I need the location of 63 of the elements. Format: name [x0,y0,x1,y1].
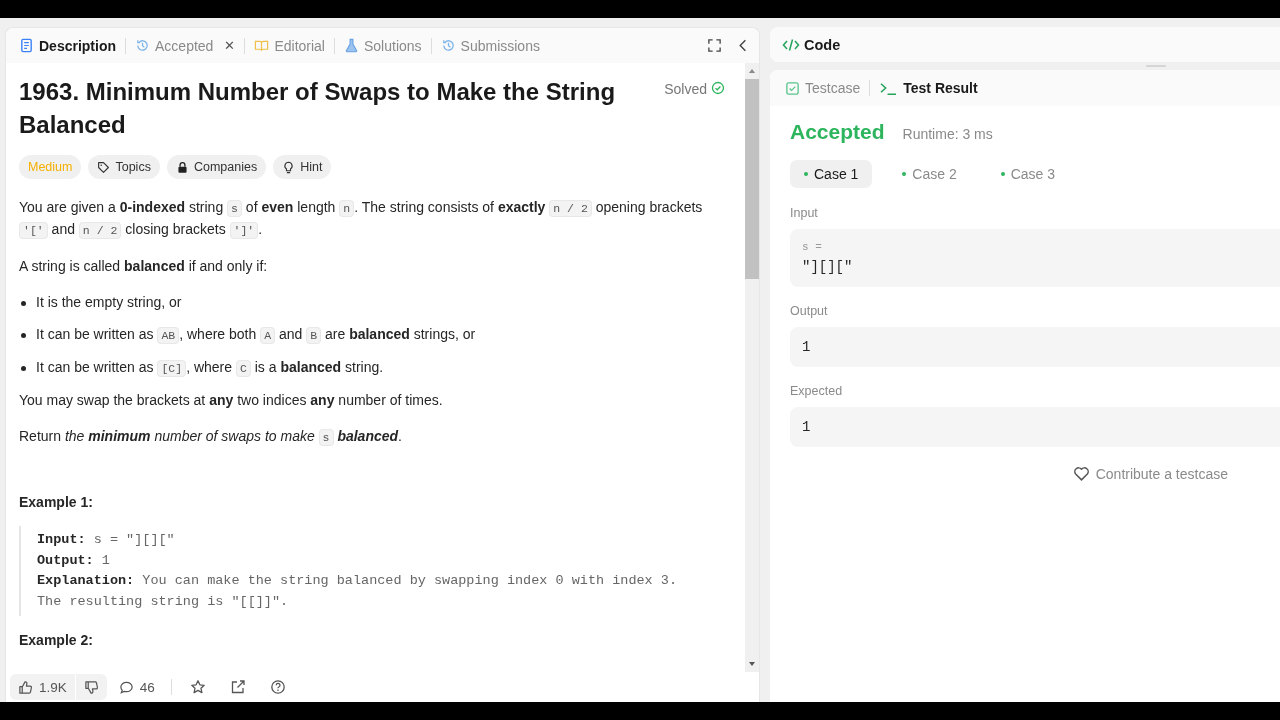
thumbs-up-icon [18,679,33,695]
example-line: Input: s = "][][" [37,531,176,549]
tag-icon [97,160,111,174]
case-tab[interactable]: Case 2 [888,160,971,188]
field-label: Input [790,206,819,220]
panel-title: Code [804,36,841,53]
description-paragraph: You are given a 0-indexed string s of even length n . The string consists of exactly n / 2 opening brackets '[' and n / 2 closing brackets ']' . [19,198,704,241]
checkbox-icon [785,80,800,96]
fullscreen-icon[interactable] [707,38,722,53]
star-icon[interactable] [189,679,206,695]
example-heading: Example 2: [19,632,94,648]
problem-title: 1963. Minimum Number of Swaps to Make the String Balanced [19,77,617,140]
history-icon [135,38,150,53]
help-icon[interactable] [269,679,286,695]
history-icon [440,38,456,53]
list-item-text: It is the empty string, or [36,293,182,312]
bullet-icon [21,366,26,371]
bullet-icon [21,301,26,306]
flask-icon [344,38,359,53]
value-text: "][][" [802,259,854,275]
example-line: Explanation: You can make the string balanced by swapping index 0 with index 3. The resulting string is "[[]]". [37,572,678,611]
comments-button[interactable]: 46 [110,674,163,700]
scrollbar[interactable] [745,63,759,672]
tag-button[interactable]: Companies [166,155,267,179]
variable-name: s = [802,241,823,253]
case-tab[interactable]: Case 3 [986,160,1070,188]
document-icon [19,38,34,53]
check-circle-icon [711,81,725,95]
verdict-text: Accepted [790,120,885,144]
terminal-icon [879,80,899,96]
description-paragraph: You may swap the brackets at any two indices any number of times. [19,391,444,410]
example-heading: Example 1: [19,494,94,510]
lock-icon [175,160,189,174]
list-item-text: It can be written as AB , where both A and B are balanced strings, or [36,325,476,346]
contribute-testcase-link[interactable]: Contribute a testcase [1066,464,1234,483]
like-button[interactable]: 1.9K [10,674,75,700]
runtime-text: Runtime: 3 ms [902,126,993,142]
share-icon[interactable] [229,679,246,695]
difficulty-tag: Medium [19,155,82,179]
panel-tab[interactable]: Accepted ✕ [132,33,239,58]
result-tab[interactable]: Test Result [876,76,981,100]
code-icon [782,37,800,52]
dislike-button[interactable] [75,674,107,700]
close-icon[interactable]: ✕ [224,38,236,53]
field-label: Output [790,304,829,318]
description-paragraph: Return the minimum number of swaps to make s balanced. [19,427,403,448]
tag-button[interactable]: Hint [273,155,332,179]
heart-icon [1072,465,1090,482]
case-tab[interactable]: Case 1 [790,160,873,188]
example-line: Output: 1 [37,551,111,570]
value-text: 1 [802,339,812,355]
panel-tab[interactable]: Description [16,33,119,58]
book-icon [254,38,270,53]
value-text: 1 [802,419,812,435]
solved-status: Solved [664,81,708,97]
tag-button[interactable]: Topics [88,155,160,179]
field-label: Expected [790,384,844,398]
lightbulb-icon [282,160,296,174]
list-item-text: It can be written as [C] , where C is a balanced string. [36,358,384,379]
bullet-icon [21,333,26,338]
speech-bubble-icon [118,679,134,695]
description-paragraph: A string is called balanced if and only if: [19,257,269,276]
thumbs-down-icon [83,679,99,695]
